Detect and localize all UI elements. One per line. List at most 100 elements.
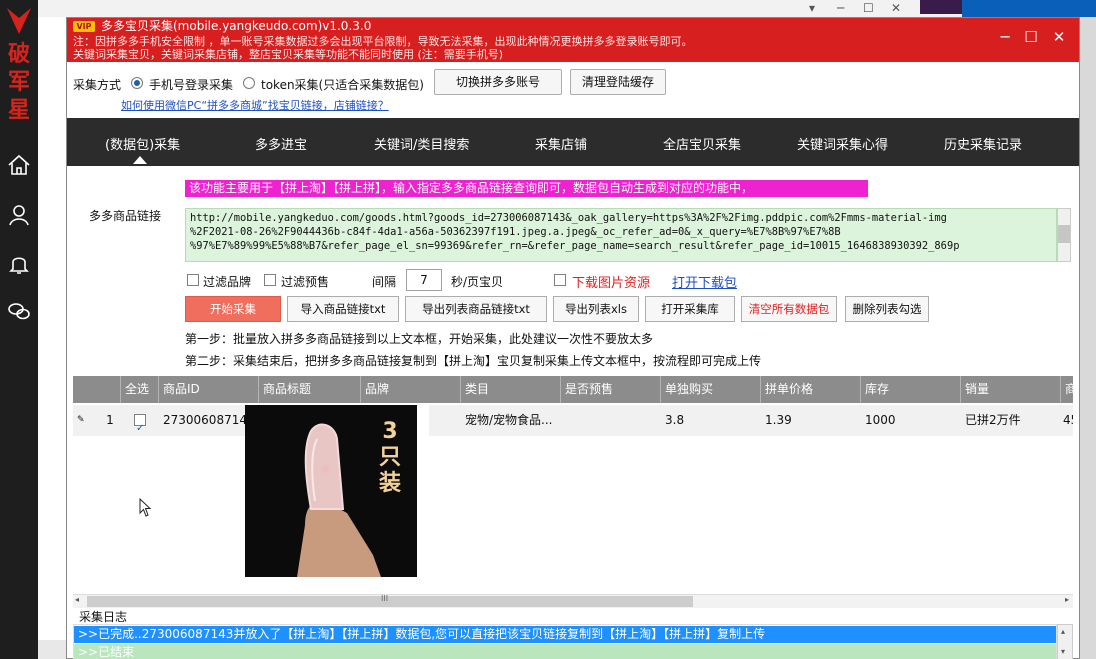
row-extra: 45	[1061, 405, 1073, 436]
row-index: 1	[87, 405, 121, 436]
product-table: 全选 商品ID 商品标题 品牌 类目 是否预售 单独购买 拼单价格 库存 销量 …	[73, 376, 1073, 594]
phone-mode-label[interactable]: 手机号登录采集	[149, 76, 233, 93]
column-header-select-all[interactable]: 全选	[121, 376, 159, 403]
tab-history[interactable]: 历史采集记录	[944, 134, 1022, 153]
clear-all-button[interactable]: 清空所有数据包	[741, 296, 837, 322]
row-single-price: 3.8	[661, 405, 761, 436]
background-strip	[38, 640, 66, 659]
background-desktop	[962, 0, 1096, 17]
collect-mode-row: 采集方式 手机号登录采集 token采集(只适合采集数据包) 切换拼多多账号 清…	[67, 62, 1079, 118]
row-checkbox[interactable]	[134, 413, 146, 436]
help-link[interactable]: 如何使用微信PC“拼多多商城”找宝贝链接，店铺链接？	[121, 97, 389, 113]
collect-log: >>已完成..273006087143并放入了【拼上淘】【拼上拼】数据包,您可以…	[73, 624, 1057, 659]
interval-unit: 秒/页宝贝	[451, 275, 504, 289]
column-header-group-price[interactable]: 拼单价格	[761, 376, 861, 403]
column-header-single-price[interactable]: 单独购买	[661, 376, 761, 403]
import-links-button[interactable]: 导入商品链接txt	[287, 296, 399, 322]
close-icon[interactable]: ✕	[891, 1, 901, 15]
tab-keyword-notes[interactable]: 关键词采集心得	[797, 134, 888, 153]
log-scrollbar[interactable]: ▴ ▾	[1057, 624, 1073, 659]
tab-data-package[interactable]: (数据包)采集	[105, 134, 180, 153]
product-link-textarea[interactable]: http://mobile.yangkeduo.com/goods.html?g…	[185, 208, 1057, 262]
background-window-controls: ▾ ─ ☐ ✕	[805, 1, 917, 15]
column-header-stock[interactable]: 库存	[861, 376, 961, 403]
column-header-title[interactable]: 商品标题	[259, 376, 361, 403]
collector-window: VIP 多多宝贝采集(mobile.yangkeudo.com)v1.0.3.0…	[66, 17, 1080, 659]
bell-icon[interactable]	[4, 248, 34, 278]
tab-collect-shop[interactable]: 采集店铺	[535, 134, 587, 153]
scroll-down-icon[interactable]: ▾	[1061, 647, 1065, 656]
scroll-up-icon[interactable]: ▴	[1061, 627, 1065, 636]
token-mode-label[interactable]: token采集(只适合采集数据包)	[261, 76, 424, 93]
scroll-right-icon[interactable]: ▸	[1065, 595, 1069, 604]
background-scroll-area	[1080, 17, 1096, 659]
tab-keyword-search[interactable]: 关键词/类目搜索	[374, 134, 469, 153]
scroll-thumb[interactable]	[1058, 225, 1070, 243]
link-label: 多多商品链接	[89, 209, 162, 223]
log-entry[interactable]: >>已结束	[74, 644, 1056, 659]
chat-icon[interactable]	[4, 296, 34, 326]
row-brand	[429, 405, 461, 436]
row-stock: 1000	[861, 405, 961, 436]
minimize-button[interactable]: ─	[995, 28, 1015, 46]
row-sales: 已拼2万件	[961, 405, 1061, 436]
row-edit-icon: ✎	[73, 405, 87, 436]
column-header-rownum	[73, 376, 121, 403]
log-label: 采集日志	[79, 610, 128, 624]
title-bar: VIP 多多宝贝采集(mobile.yangkeudo.com)v1.0.3.0…	[67, 18, 1079, 62]
thumbnail-text: 3只装	[378, 419, 401, 496]
column-header-presale[interactable]: 是否预售	[561, 376, 661, 403]
switch-account-button[interactable]: 切换拼多多账号	[434, 69, 562, 95]
chevron-down-icon[interactable]: ▾	[809, 1, 815, 15]
row-id: 27300608714	[159, 405, 245, 436]
tab-duoduo-jinbao[interactable]: 多多进宝	[255, 134, 307, 153]
brand-name: 破 军 星	[0, 40, 38, 124]
scroll-thumb[interactable]: III	[87, 594, 693, 607]
start-collect-button[interactable]: 开始采集	[185, 296, 281, 322]
scroll-grip: III	[381, 594, 389, 603]
vip-badge: VIP	[73, 21, 95, 32]
row-category: 宠物/宠物食品...	[461, 405, 561, 436]
column-header-more[interactable]: 商	[1061, 376, 1073, 403]
maximize-icon[interactable]: ☐	[863, 1, 874, 15]
collect-panel: 该功能主要用于【拼上淘】【拼上拼】，输入指定多多商品链接查询即可，数据包自动生成…	[67, 166, 1079, 374]
phone-mode-radio[interactable]	[131, 77, 143, 89]
token-mode-radio[interactable]	[243, 77, 255, 89]
export-xls-button[interactable]: 导出列表xls	[553, 296, 639, 322]
filter-presale-checkbox[interactable]	[264, 274, 276, 286]
user-icon[interactable]	[4, 200, 34, 230]
scroll-left-icon[interactable]: ◂	[75, 595, 79, 604]
column-header-id[interactable]: 商品ID	[159, 376, 259, 403]
background-taskbar-item	[920, 0, 962, 14]
feature-notice: 该功能主要用于【拼上淘】【拼上拼】，输入指定多多商品链接查询即可，数据包自动生成…	[185, 180, 868, 197]
table-horizontal-scrollbar[interactable]: ◂ III ▸	[73, 594, 1073, 608]
filter-presale-label[interactable]: 过滤预售	[281, 273, 329, 290]
column-header-sales[interactable]: 销量	[961, 376, 1061, 403]
clear-cache-button[interactable]: 清理登陆缓存	[570, 69, 666, 95]
open-library-button[interactable]: 打开采集库	[645, 296, 735, 322]
link-textarea-scrollbar[interactable]	[1057, 208, 1071, 262]
download-images-checkbox[interactable]	[554, 274, 566, 286]
open-download-link[interactable]: 打开下载包	[672, 272, 737, 291]
row-group-price: 1.39	[761, 405, 861, 436]
column-header-brand[interactable]: 品牌	[361, 376, 461, 403]
row-thumbnail-cell: 3只装	[245, 405, 429, 585]
filter-brand-checkbox[interactable]	[187, 274, 199, 286]
filter-brand-label[interactable]: 过滤品牌	[203, 273, 251, 290]
row-select-cell	[121, 405, 159, 436]
tab-whole-shop[interactable]: 全店宝贝采集	[663, 134, 741, 153]
delete-checked-button[interactable]: 删除列表勾选	[845, 296, 929, 322]
close-button[interactable]: ✕	[1049, 28, 1069, 46]
brand-char: 破	[7, 41, 30, 67]
minimize-icon[interactable]: ─	[837, 1, 844, 15]
home-icon[interactable]	[4, 150, 34, 180]
export-list-links-button[interactable]: 导出列表商品链接txt	[405, 296, 547, 322]
column-header-category[interactable]: 类目	[461, 376, 561, 403]
interval-label: 间隔	[372, 275, 397, 289]
mouse-cursor-icon	[139, 498, 152, 517]
interval-input[interactable]: 7	[406, 269, 442, 291]
brand-logo-icon	[7, 8, 31, 34]
log-entry[interactable]: >>已完成..273006087143并放入了【拼上淘】【拼上拼】数据包,您可以…	[74, 626, 1056, 643]
maximize-button[interactable]: ☐	[1021, 28, 1041, 46]
download-images-label[interactable]: 下载图片资源	[572, 272, 650, 291]
